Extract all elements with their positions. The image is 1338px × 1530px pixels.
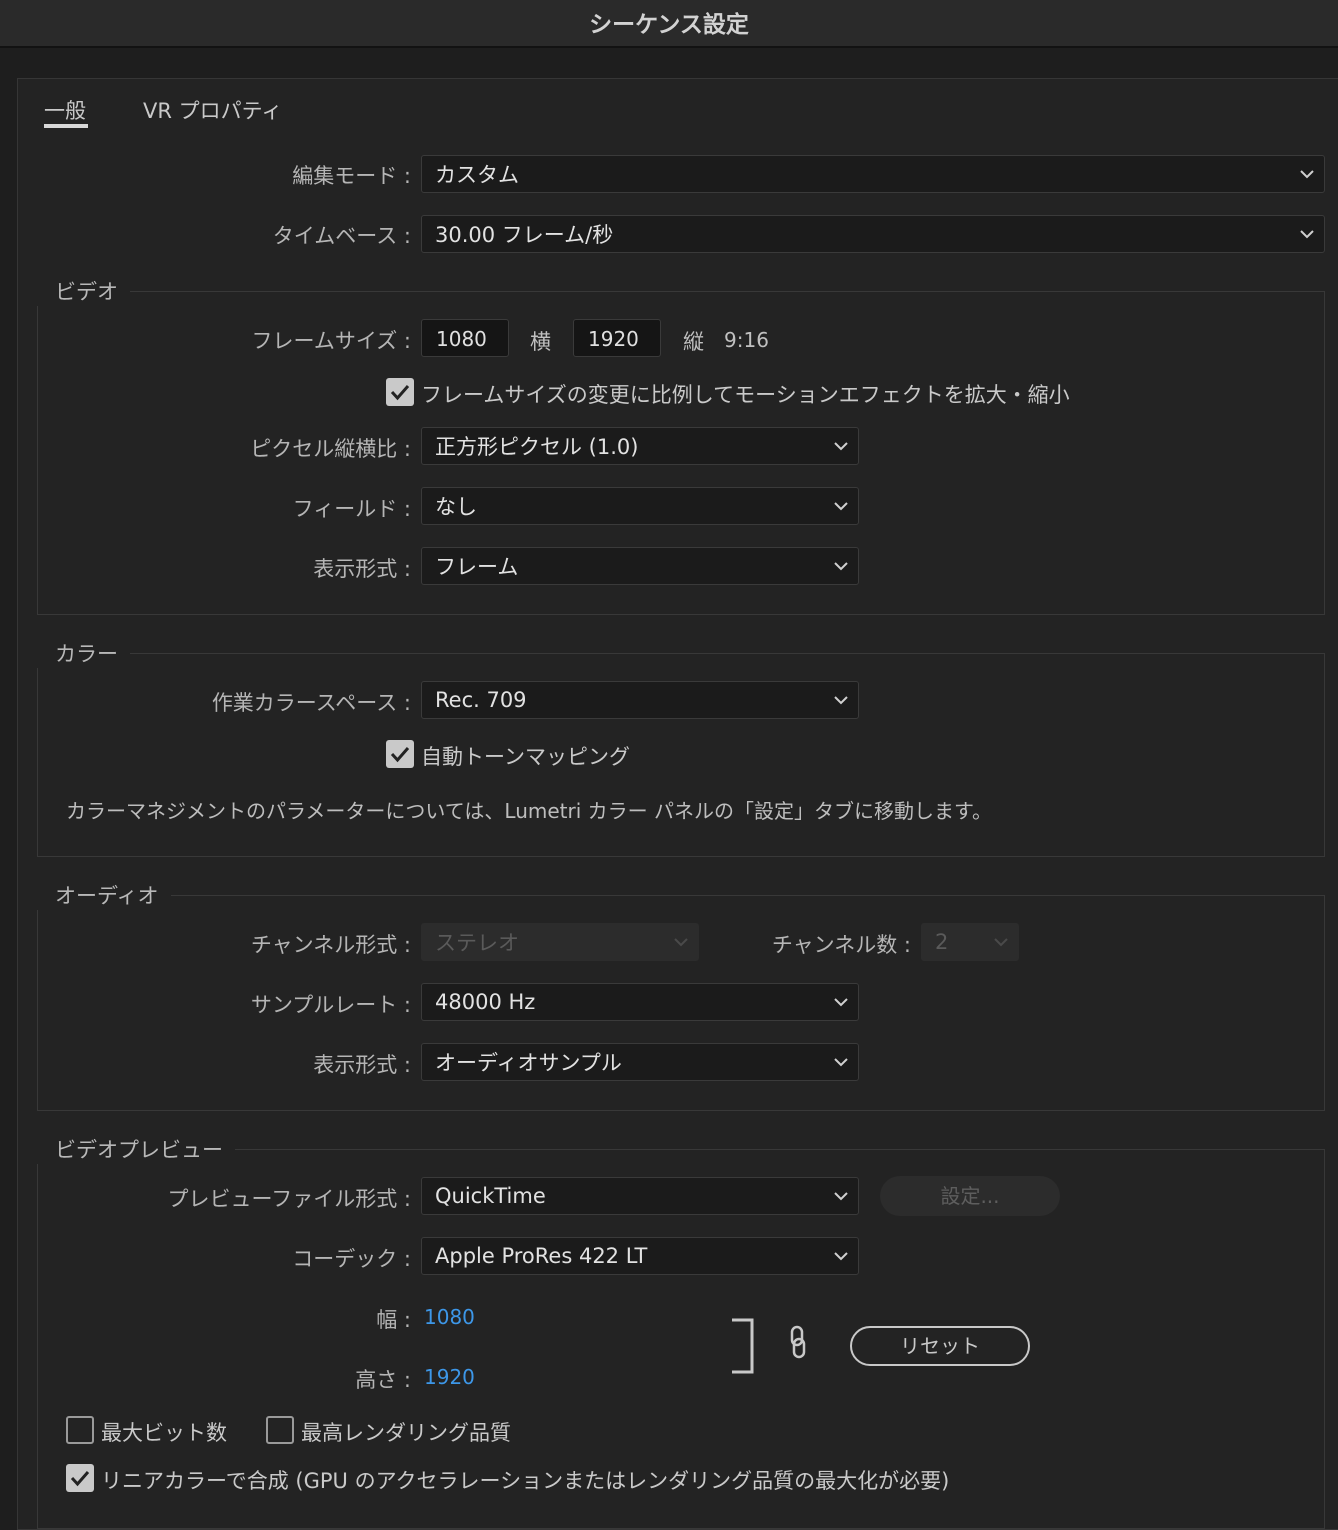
- window-title: シーケンス設定: [589, 12, 749, 38]
- audio-display-format-value: オーディオサンプル: [435, 1051, 622, 1075]
- channel-format-value: ステレオ: [435, 931, 519, 955]
- auto-tonemap-label: 自動トーンマッピング: [421, 745, 630, 769]
- frame-height-input[interactable]: 1920: [573, 319, 661, 357]
- working-space-value: Rec. 709: [435, 688, 527, 712]
- chevron-down-icon: [834, 696, 848, 705]
- chevron-down-icon: [834, 1058, 848, 1067]
- video-display-format-label: 表示形式 :: [313, 557, 411, 581]
- pixel-aspect-label: ピクセル縦横比 :: [250, 437, 411, 461]
- preview-height-label: 高さ :: [355, 1368, 411, 1392]
- preview-file-format-select[interactable]: QuickTime: [421, 1177, 859, 1215]
- scale-motion-label: フレームサイズの変更に比例してモーションエフェクトを拡大・縮小: [421, 383, 1070, 407]
- channel-count-value: 2: [935, 930, 949, 954]
- tab-vr-properties[interactable]: VR プロパティ: [143, 95, 282, 125]
- audio-display-format-select[interactable]: オーディオサンプル: [421, 1043, 859, 1081]
- link-bracket-icon: [732, 1318, 754, 1374]
- channel-format-select[interactable]: ステレオ: [421, 923, 699, 961]
- color-group-title: カラー: [37, 638, 130, 668]
- frame-height-unit: 縦: [683, 330, 704, 354]
- fields-label: フィールド :: [292, 497, 411, 521]
- fields-value: なし: [435, 495, 477, 519]
- pixel-aspect-value: 正方形ピクセル (1.0): [435, 435, 639, 459]
- active-tab-indicator: [44, 124, 88, 128]
- chevron-down-icon: [674, 938, 688, 947]
- max-bit-depth-checkbox[interactable]: [66, 1416, 94, 1444]
- preview-file-format-label: プレビューファイル形式 :: [167, 1187, 412, 1211]
- video-display-format-value: フレーム: [435, 555, 519, 579]
- preview-height-value[interactable]: 1920: [424, 1365, 475, 1389]
- timebase-select[interactable]: 30.00 フレーム/秒: [421, 215, 1325, 253]
- chevron-down-icon: [834, 1252, 848, 1261]
- preview-file-format-value: QuickTime: [435, 1184, 546, 1208]
- frame-width-input[interactable]: 1080: [421, 319, 509, 357]
- title-bar: シーケンス設定: [0, 0, 1338, 48]
- auto-tonemap-checkbox[interactable]: [386, 740, 414, 768]
- video-display-format-select[interactable]: フレーム: [421, 547, 859, 585]
- checkmark-icon: [390, 747, 410, 763]
- timebase-label: タイムベース :: [272, 224, 411, 248]
- working-space-select[interactable]: Rec. 709: [421, 681, 859, 719]
- chevron-down-icon: [834, 1192, 848, 1201]
- video-group-title: ビデオ: [37, 276, 130, 306]
- frame-aspect-ratio: 9:16: [724, 328, 769, 352]
- fields-select[interactable]: なし: [421, 487, 859, 525]
- audio-group-title: オーディオ: [37, 880, 171, 910]
- chevron-down-icon: [1300, 170, 1314, 179]
- checkmark-icon: [70, 1471, 90, 1487]
- working-space-label: 作業カラースペース :: [211, 691, 411, 715]
- max-render-quality-label: 最高レンダリング品質: [301, 1421, 511, 1445]
- timebase-value: 30.00 フレーム/秒: [435, 223, 614, 247]
- chevron-down-icon: [834, 562, 848, 571]
- preview-settings-button[interactable]: 設定...: [880, 1176, 1060, 1216]
- sample-rate-select[interactable]: 48000 Hz: [421, 983, 859, 1021]
- tab-general[interactable]: 一般: [44, 95, 86, 125]
- edit-mode-select[interactable]: カスタム: [421, 155, 1325, 193]
- channel-count-select[interactable]: 2: [921, 923, 1019, 961]
- chevron-down-icon: [1300, 230, 1314, 239]
- checkmark-icon: [390, 385, 410, 401]
- chevron-down-icon: [834, 442, 848, 451]
- pixel-aspect-select[interactable]: 正方形ピクセル (1.0): [421, 427, 859, 465]
- max-bit-depth-label: 最大ビット数: [101, 1421, 227, 1445]
- sample-rate-label: サンプルレート :: [250, 993, 411, 1017]
- frame-width-unit: 横: [530, 330, 551, 354]
- frame-size-label: フレームサイズ :: [251, 329, 412, 353]
- preview-width-label: 幅 :: [376, 1308, 411, 1332]
- edit-mode-label: 編集モード :: [292, 164, 411, 188]
- codec-label: コーデック :: [292, 1247, 411, 1271]
- codec-select[interactable]: Apple ProRes 422 LT: [421, 1237, 859, 1275]
- codec-value: Apple ProRes 422 LT: [435, 1244, 648, 1268]
- channel-count-label: チャンネル数 :: [771, 933, 911, 957]
- scale-motion-checkbox[interactable]: [386, 378, 414, 406]
- sample-rate-value: 48000 Hz: [435, 990, 536, 1014]
- linear-color-checkbox[interactable]: [66, 1464, 94, 1492]
- max-render-quality-checkbox[interactable]: [266, 1416, 294, 1444]
- chevron-down-icon: [994, 938, 1008, 947]
- audio-display-format-label: 表示形式 :: [313, 1053, 411, 1077]
- chain-link-icon[interactable]: [785, 1324, 811, 1362]
- chevron-down-icon: [834, 502, 848, 511]
- color-management-note: カラーマネジメントのパラメーターについては、Lumetri カラー パネルの「設…: [66, 799, 992, 823]
- channel-format-label: チャンネル形式 :: [250, 933, 411, 957]
- linear-color-label: リニアカラーで合成 (GPU のアクセラレーションまたはレンダリング品質の最大化…: [101, 1469, 950, 1493]
- edit-mode-value: カスタム: [435, 163, 519, 187]
- video-preview-group-title: ビデオプレビュー: [37, 1134, 235, 1164]
- reset-button[interactable]: リセット: [850, 1326, 1030, 1366]
- preview-width-value[interactable]: 1080: [424, 1305, 475, 1329]
- chevron-down-icon: [834, 998, 848, 1007]
